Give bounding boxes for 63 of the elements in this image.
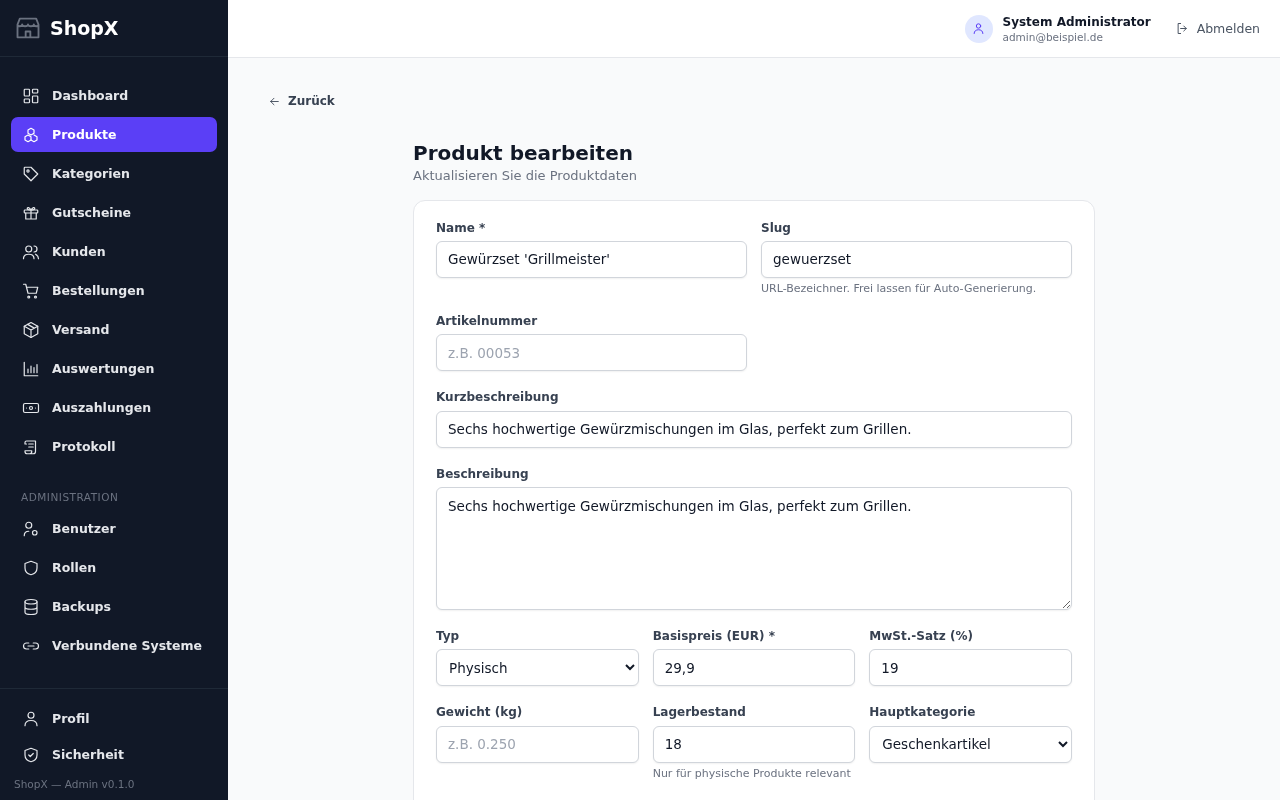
input-field[interactable]: gewuerzset <box>761 240 1072 278</box>
back-link[interactable]: Zurück <box>268 94 335 108</box>
logout-icon <box>1174 21 1190 36</box>
nav-item[interactable]: Rollen <box>11 550 217 585</box>
field-hint: URL-Bezeichner. Frei lassen für Auto-Generierung. <box>761 281 1038 295</box>
field-label: Basispreis (EUR) * <box>652 629 776 644</box>
field-label: Beschreibung <box>436 466 530 482</box>
page-subtitle: Aktualisieren Sie die Produktdaten <box>413 167 639 183</box>
logout-button[interactable]: Abmelden <box>1174 21 1260 36</box>
nav-item[interactable]: Gutscheine <box>11 195 217 230</box>
nav-item[interactable]: Backups <box>11 589 217 624</box>
field-label: Lagerbestand <box>652 705 747 720</box>
field-label: Slug <box>761 220 792 235</box>
shield-icon <box>22 558 40 577</box>
user-email: admin@beispiel.de <box>1002 30 1104 43</box>
input-field[interactable]: 18 <box>652 725 856 763</box>
field-label: Artikelnummer <box>436 313 539 329</box>
select-field[interactable]: Physisch <box>436 649 639 687</box>
bar-chart-icon <box>22 359 40 378</box>
brand-name: ShopX <box>50 17 119 39</box>
tag-icon <box>22 164 40 183</box>
input-field[interactable]: Gewürzset 'Grillmeister' <box>436 240 747 278</box>
grid-icon <box>22 86 40 105</box>
nav-item[interactable]: Verbundene Systeme <box>11 628 217 663</box>
package-icon <box>22 320 40 339</box>
page-title: Produkt bearbeiten <box>413 141 634 165</box>
textarea-field[interactable]: Sechs hochwertige Gewürzmischungen im Glas, perfekt zum Grillen. <box>436 487 1072 611</box>
nav-item[interactable]: Kategorien <box>11 156 217 191</box>
field-label: Hauptkategorie <box>869 705 977 720</box>
select-field[interactable]: Geschenkartikel <box>869 725 1072 763</box>
nav-item[interactable]: Profil <box>11 701 217 736</box>
field-label: Kurzbeschreibung <box>436 390 560 405</box>
nav-item[interactable]: Kunden <box>11 234 217 269</box>
users-icon <box>22 242 40 261</box>
nav-item[interactable]: Dashboard <box>11 78 217 113</box>
nav-item[interactable]: Produkte <box>11 117 217 152</box>
nav-item[interactable]: Bestellungen <box>11 273 217 308</box>
field-label: Gewicht (kg) <box>436 705 524 720</box>
input-field[interactable]: Sechs hochwertige Gewürzmischungen im Glas, perfekt zum Grillen. <box>436 410 1072 448</box>
user-icon <box>22 709 40 728</box>
user-name: System Administrator <box>1002 14 1151 29</box>
input-field[interactable]: 29,9 <box>652 649 856 687</box>
nav-item[interactable]: Versand <box>11 312 217 347</box>
field-label: Typ <box>436 629 461 644</box>
boxes-icon <box>22 125 40 144</box>
field-label: MwSt.-Satz (%) <box>869 629 974 644</box>
nav-item[interactable]: Auszahlungen <box>11 390 217 425</box>
user-gear-icon <box>22 519 40 538</box>
input-field[interactable]: z.B. 00053 <box>436 334 747 372</box>
section-heading: ADMINISTRATION <box>20 491 120 503</box>
avatar <box>964 14 993 43</box>
nav-item[interactable]: Sicherheit <box>11 737 217 772</box>
field-hint: Nur für physische Produkte relevant <box>652 766 852 780</box>
cart-icon <box>22 281 40 300</box>
input-field[interactable]: 19 <box>869 649 1072 687</box>
shield-check-icon <box>22 745 40 764</box>
input-field[interactable]: z.B. 0.250 <box>436 725 639 763</box>
version-text: ShopX — Admin v0.1.0 <box>13 777 136 792</box>
nav-item[interactable]: Protokoll <box>11 429 217 464</box>
field-label: Name * <box>436 220 487 235</box>
database-icon <box>22 597 40 616</box>
nav-item[interactable]: Benutzer <box>11 511 217 546</box>
nav-item[interactable]: Auswertungen <box>11 351 217 386</box>
